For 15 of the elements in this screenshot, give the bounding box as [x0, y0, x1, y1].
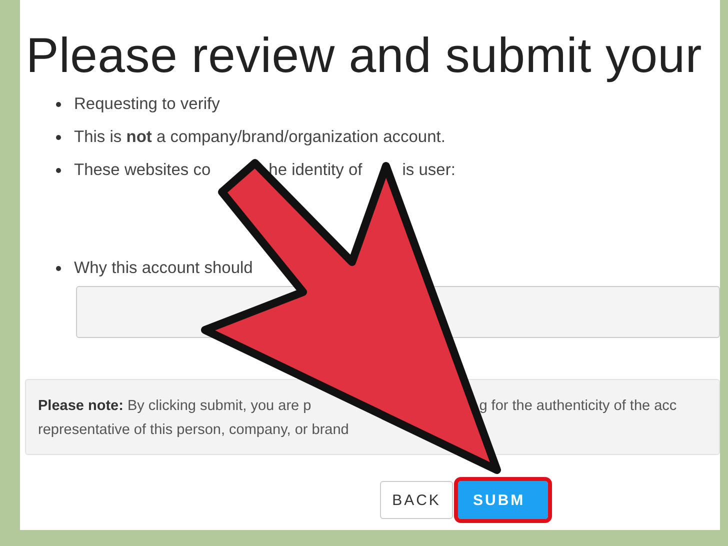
list-text: Requesting to verify — [74, 94, 220, 114]
note-text: g for the authenticity of the acc — [479, 397, 677, 416]
list-text: he identity of — [268, 160, 362, 180]
bullet-icon — [56, 134, 61, 140]
list-text: This is not a company/brand/organization account. — [74, 128, 446, 146]
list-text: Why this account should — [74, 258, 253, 278]
back-button[interactable]: BACK — [380, 481, 453, 519]
list-text: is user: — [402, 160, 456, 180]
bullet-icon — [56, 102, 61, 106]
bullet-icon — [56, 168, 61, 172]
note-text: Please note: By clicking submit, you are p — [38, 397, 312, 416]
list-text: These websites co — [74, 160, 211, 180]
bullet-icon — [56, 266, 61, 270]
note-text: representative of this person, company, or brand — [38, 421, 349, 440]
page-title: Please review and submit your — [26, 28, 703, 85]
